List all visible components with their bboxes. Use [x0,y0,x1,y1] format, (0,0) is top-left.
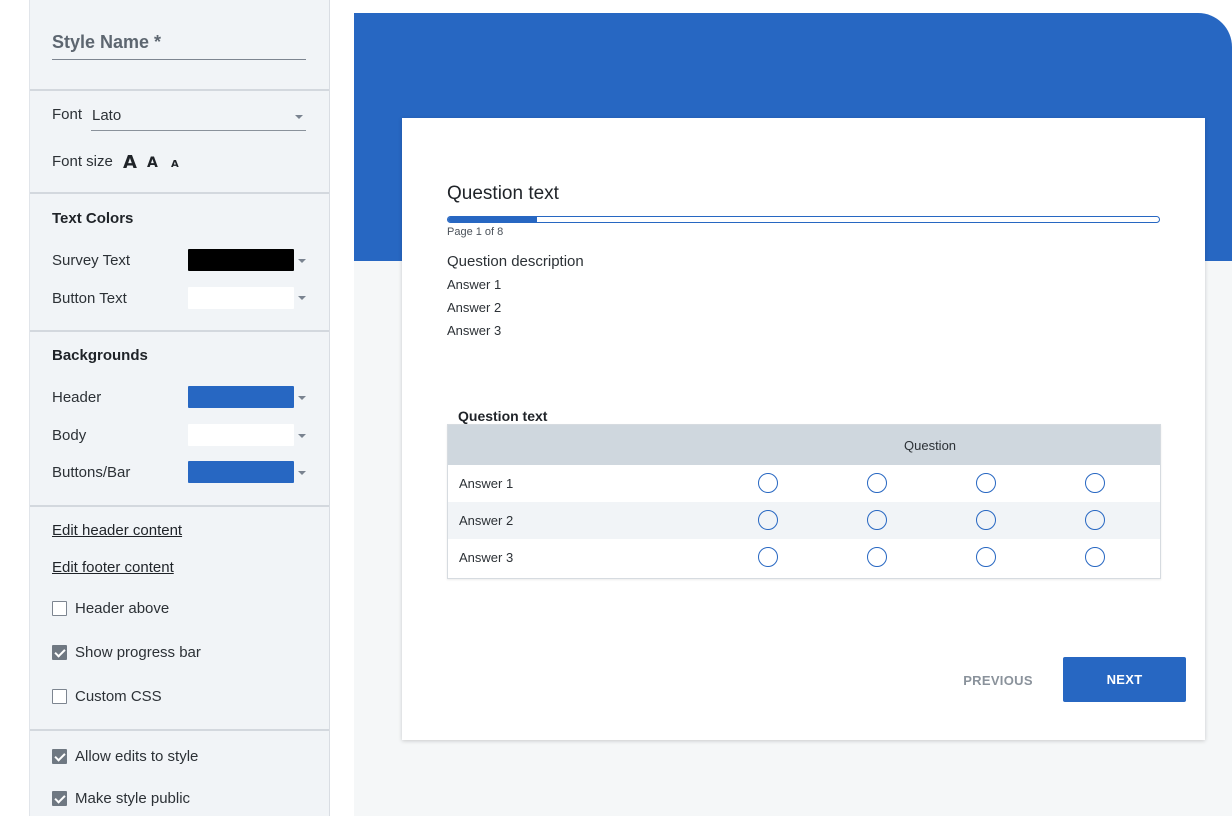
radio-button[interactable] [976,510,996,530]
radio-button[interactable] [1085,473,1105,493]
radio-button[interactable] [1085,547,1105,567]
divider [30,330,329,332]
font-select-value: Lato [92,107,122,124]
buttons-bar-color-swatch[interactable] [188,461,294,483]
show-progress-bar-label: Show progress bar [75,644,201,661]
edit-header-content-link[interactable]: Edit header content [52,522,182,539]
header-bg-label: Header [52,389,102,406]
divider [30,89,329,91]
radio-button[interactable] [758,547,778,567]
survey-preview: Question text Page 1 of 8 Question descr… [354,13,1232,816]
show-progress-bar-checkbox[interactable] [52,645,67,660]
matrix-row-label: Answer 2 [459,513,514,528]
radio-button[interactable] [976,473,996,493]
custom-css-checkbox[interactable] [52,689,67,704]
chevron-down-icon[interactable] [298,296,306,300]
previous-button[interactable]: PREVIOUS [943,663,1053,697]
button-text-color-swatch[interactable] [188,287,294,309]
question-title: Question text [447,183,559,204]
font-size-small-button[interactable]: A [171,159,179,170]
radio-button[interactable] [1085,510,1105,530]
radio-button[interactable] [758,510,778,530]
body-bg-color-swatch[interactable] [188,424,294,446]
answer-option: Answer 3 [447,323,502,338]
edit-footer-content-link[interactable]: Edit footer content [52,559,174,576]
font-select[interactable]: Lato [91,106,306,131]
font-label: Font [52,106,83,123]
matrix-row-label: Answer 3 [459,550,514,565]
divider [30,192,329,194]
buttons-bar-bg-label: Buttons/Bar [52,464,131,481]
question-description: Question description [447,253,584,270]
matrix-row-label: Answer 1 [459,476,514,491]
chevron-down-icon[interactable] [298,259,306,263]
radio-button[interactable] [976,547,996,567]
progress-bar [447,216,1160,223]
divider [30,505,329,507]
allow-edits-label: Allow edits to style [75,748,199,765]
font-size-medium-button[interactable]: A [147,155,158,171]
matrix-header: Question [448,425,1160,465]
matrix-column-header: Question [904,438,957,453]
backgrounds-heading: Backgrounds [52,347,148,364]
radio-button[interactable] [867,473,887,493]
chevron-down-icon[interactable] [298,396,306,400]
body-bg-label: Body [52,427,87,444]
radio-button[interactable] [867,510,887,530]
style-settings-panel: Style Name * Font Lato Font size A A A T… [29,0,330,816]
make-public-label: Make style public [75,790,191,807]
chevron-down-icon [295,115,303,119]
next-button[interactable]: NEXT [1063,657,1186,702]
header-bg-color-swatch[interactable] [188,386,294,408]
answer-option: Answer 1 [447,277,502,292]
divider [30,729,329,731]
text-colors-heading: Text Colors [52,210,134,227]
table-row: Answer 3 [448,539,1160,576]
chevron-down-icon[interactable] [298,471,306,475]
font-size-large-button[interactable]: A [123,152,137,173]
progress-bar-fill [448,217,537,222]
radio-button[interactable] [867,547,887,567]
button-text-label: Button Text [52,290,127,307]
header-above-checkbox[interactable] [52,601,67,616]
custom-css-label: Custom CSS [75,688,162,705]
survey-card: Question text Page 1 of 8 Question descr… [402,118,1205,740]
header-above-label: Header above [75,600,170,617]
radio-button[interactable] [758,473,778,493]
make-public-checkbox[interactable] [52,791,67,806]
page-indicator: Page 1 of 8 [447,226,504,238]
answer-option: Answer 2 [447,300,502,315]
font-size-label: Font size [52,153,113,170]
survey-text-color-swatch[interactable] [188,249,294,271]
matrix-question-title: Question text [458,408,548,424]
survey-text-label: Survey Text [52,252,131,269]
matrix-question: Question Answer 1 Answer 2 Answer 3 [447,424,1161,579]
allow-edits-checkbox[interactable] [52,749,67,764]
table-row: Answer 2 [448,502,1160,539]
table-row: Answer 1 [448,465,1160,502]
style-name-input[interactable]: Style Name * [52,30,306,60]
chevron-down-icon[interactable] [298,434,306,438]
